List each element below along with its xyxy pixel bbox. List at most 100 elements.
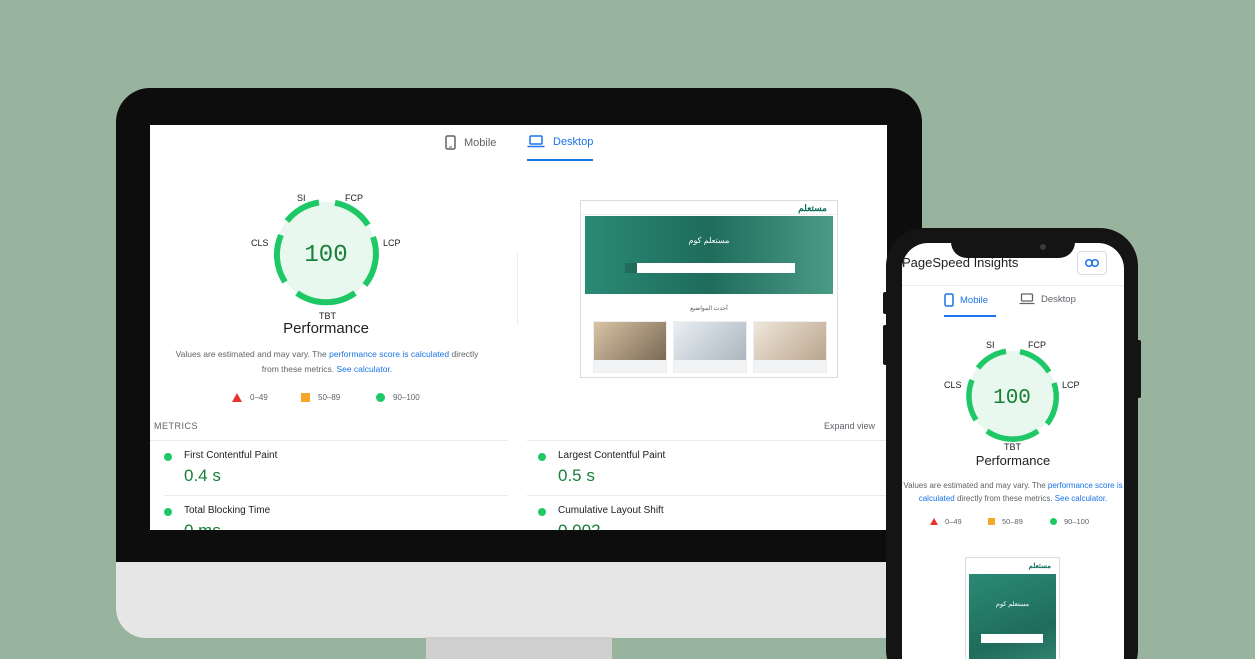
metric-fcp-value: 0.4 s xyxy=(184,466,221,485)
circle-green-icon xyxy=(164,453,172,461)
page-screenshot: مستعلم مستعلم كوم xyxy=(965,557,1060,659)
page-screenshot: مستعلم مستعلم كوم أحدث المواضيع xyxy=(580,200,838,378)
screenshot-navbar: مستعلم xyxy=(581,201,837,215)
legend-average: 50–89 xyxy=(301,393,340,402)
gauge-label-si: SI xyxy=(986,340,995,350)
legend-fail-range: 0–49 xyxy=(945,517,962,526)
note-prefix: Values are estimated and may vary. The xyxy=(175,349,330,359)
performance-gauge: 100 SI FCP LCP CLS TBT xyxy=(235,185,415,335)
screenshot-logo: مستعلم xyxy=(798,203,827,213)
card-image xyxy=(594,322,666,360)
gauge-score: 100 xyxy=(993,387,1031,410)
gauge-score: 100 xyxy=(304,242,347,269)
see-calculator-link[interactable]: See calculator. xyxy=(336,364,392,374)
monitor-chin xyxy=(116,562,922,638)
tab-desktop[interactable]: Desktop xyxy=(527,135,593,148)
screenshot-card xyxy=(673,321,747,373)
screenshot-logo: مستعلم xyxy=(1028,563,1051,570)
circle-green-icon xyxy=(538,508,546,516)
screenshot-hero: مستعلم كوم xyxy=(585,216,833,294)
score-calculated-link[interactable]: performance score is calculated xyxy=(329,349,449,359)
gauge-label-cls: CLS xyxy=(251,238,269,248)
camera-icon xyxy=(1040,244,1046,250)
phone-icon xyxy=(944,293,954,307)
metric-fcp-name: First Contentful Paint xyxy=(184,450,278,461)
circle-green-icon xyxy=(1050,518,1057,525)
legend-pass: 90–100 xyxy=(1050,517,1089,526)
square-orange-icon xyxy=(301,393,310,402)
card-image xyxy=(674,322,746,360)
laptop-icon xyxy=(1019,293,1035,305)
tab-desktop[interactable]: Desktop xyxy=(1019,293,1076,305)
legend-pass-range: 90–100 xyxy=(1064,517,1090,526)
gauge-label-lcp: LCP xyxy=(383,238,401,248)
metric-tbt-value: 0 ms xyxy=(184,521,221,530)
phone-notch xyxy=(951,236,1075,258)
metrics-divider xyxy=(164,495,508,496)
performance-note: Values are estimated and may vary. The p… xyxy=(172,347,482,377)
performance-title: Performance xyxy=(283,320,369,337)
screenshot-section-title: أحدث المواضيع xyxy=(690,306,728,312)
legend-fail-range: 0–49 xyxy=(250,393,268,402)
metrics-divider xyxy=(527,440,887,441)
screenshot-hero-title: مستعلم كوم xyxy=(688,236,730,245)
screenshot-search-bar xyxy=(625,263,795,273)
tab-desktop-label: Desktop xyxy=(1041,293,1076,305)
screenshot-card xyxy=(753,321,827,373)
performance-title: Performance xyxy=(975,453,1051,468)
device-tabs: Mobile Desktop xyxy=(150,125,887,167)
card-image xyxy=(754,322,826,360)
performance-gauge: 100 SI FCP LCP CLS TBT xyxy=(942,338,1092,463)
metric-lcp-value: 0.5 s xyxy=(558,466,595,485)
active-tab-underline xyxy=(944,315,996,317)
legend-fail: 0–49 xyxy=(232,393,268,402)
metric-tbt-name: Total Blocking Time xyxy=(184,505,271,516)
triangle-red-icon xyxy=(930,518,938,525)
tab-mobile-label: Mobile xyxy=(464,136,497,149)
performance-note: Values are estimated and may vary. The p… xyxy=(902,479,1124,505)
square-orange-icon xyxy=(988,518,995,525)
legend-pass-range: 90–100 xyxy=(393,393,420,402)
note-prefix: Values are estimated and may vary. The xyxy=(903,481,1048,490)
monitor-stand xyxy=(426,637,612,659)
tab-mobile-label: Mobile xyxy=(960,294,988,306)
header-divider xyxy=(902,285,1124,286)
desktop-screen: Mobile Desktop 100 SI FCP LCP CLS TBT Pe… xyxy=(150,125,887,530)
screenshot-search-button xyxy=(625,263,637,273)
gauge-label-si: SI xyxy=(297,193,306,203)
circle-green-icon xyxy=(164,508,172,516)
legend-average: 50–89 xyxy=(988,517,1023,526)
screenshot-card xyxy=(593,321,667,373)
see-calculator-link[interactable]: See calculator. xyxy=(1055,494,1107,503)
metrics-divider xyxy=(150,440,508,441)
circle-green-icon xyxy=(538,453,546,461)
laptop-icon xyxy=(527,135,545,148)
legend-average-range: 50–89 xyxy=(318,393,341,402)
metrics-heading: METRICS xyxy=(154,421,198,431)
metrics-divider xyxy=(527,495,887,496)
note-middle: directly from these metrics. xyxy=(954,494,1055,503)
section-divider xyxy=(517,253,518,325)
tab-mobile[interactable]: Mobile xyxy=(445,135,496,150)
legend-pass: 90–100 xyxy=(376,393,420,402)
triangle-red-icon xyxy=(232,393,242,402)
screenshot-search-bar xyxy=(981,634,1043,643)
metric-lcp-name: Largest Contentful Paint xyxy=(558,450,666,461)
gauge-label-fcp: FCP xyxy=(1028,340,1046,350)
gauge-label-lcp: LCP xyxy=(1062,380,1080,390)
share-link-button[interactable] xyxy=(1077,251,1107,275)
circle-green-icon xyxy=(376,393,385,402)
expand-view-button[interactable]: Expand view xyxy=(824,421,875,431)
link-icon xyxy=(1085,259,1099,267)
tab-desktop-label: Desktop xyxy=(553,135,594,148)
phone-icon xyxy=(445,135,456,150)
screenshot-hero-title: مستعلم كوم xyxy=(995,601,1030,608)
gauge-label-tbt: TBT xyxy=(1004,442,1021,452)
gauge-label-fcp: FCP xyxy=(345,193,363,203)
metric-cls-name: Cumulative Layout Shift xyxy=(558,505,664,516)
gauge-label-cls: CLS xyxy=(944,380,962,390)
tab-mobile[interactable]: Mobile xyxy=(944,293,988,307)
phone-screen: PageSpeed Insights Mobile Desktop 100 SI… xyxy=(902,243,1124,659)
active-tab-underline xyxy=(527,159,593,161)
legend-fail: 0–49 xyxy=(930,517,962,526)
